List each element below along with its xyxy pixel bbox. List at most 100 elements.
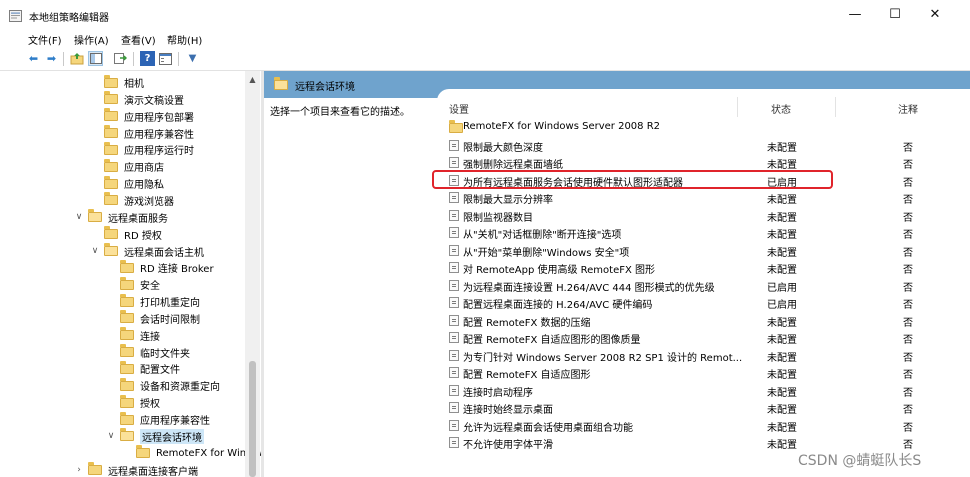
policy-row[interactable]: 配置 RemoteFX 自适应图形的图像质量 未配置 否 — [437, 329, 970, 346]
tree-item[interactable]: 游戏浏览器 — [90, 192, 174, 209]
policy-row[interactable]: 强制删除远程桌面墙纸 未配置 否 — [437, 154, 970, 171]
properties-icon[interactable] — [158, 51, 173, 66]
policy-row[interactable]: 连接时启动程序 未配置 否 — [437, 382, 970, 399]
policy-name: 从"开始"菜单删除"Windows 安全"项 — [463, 247, 630, 259]
back-arrow-icon[interactable]: ⬅ — [26, 51, 41, 66]
menu-file[interactable]: 文件(F) — [28, 32, 62, 47]
policy-row[interactable]: 配置远程桌面连接的 H.264/AVC 硬件编码 已启用 否 — [437, 294, 970, 311]
tree-item[interactable]: 应用程序兼容性 — [90, 125, 194, 142]
subfolder-row[interactable]: RemoteFX for Windows Server 2008 R2 — [437, 119, 970, 136]
menu-view[interactable]: 查看(V) — [121, 32, 156, 47]
policy-row[interactable]: 限制最大颜色深度 未配置 否 — [437, 137, 970, 154]
policy-row[interactable]: 连接时始终显示桌面 未配置 否 — [437, 399, 970, 416]
tree-item-label: 设备和资源重定向 — [140, 382, 220, 394]
help-icon[interactable]: ? — [140, 51, 155, 66]
policy-state: 已启用 — [767, 282, 797, 294]
policy-setting-icon — [449, 157, 459, 168]
tree-item[interactable]: 应用程序包部署 — [90, 108, 194, 125]
policy-row[interactable]: 配置 RemoteFX 数据的压缩 未配置 否 — [437, 312, 970, 329]
scroll-up-icon[interactable]: ▲ — [245, 75, 260, 84]
minimize-button[interactable]: — — [835, 2, 875, 28]
tree-item-label: 应用程序运行时 — [124, 146, 194, 158]
folder-icon — [120, 344, 134, 358]
tree-item[interactable]: 相机 — [90, 74, 144, 91]
tree-item[interactable]: 会话时间限制 — [106, 310, 200, 327]
tree-item[interactable]: 授权 — [106, 394, 160, 411]
tree-item[interactable]: ∨ 远程会话环境 — [106, 428, 204, 445]
tree-item-label: RD 连接 Broker — [140, 264, 214, 276]
scroll-thumb[interactable] — [249, 361, 256, 477]
folder-icon — [120, 327, 134, 341]
expand-arrow-icon[interactable]: ∨ — [90, 246, 100, 256]
policy-name: 从"关机"对话框删除"断开连接"选项 — [463, 230, 622, 241]
column-header-state[interactable]: 状态 — [771, 101, 791, 116]
forward-arrow-icon[interactable]: ➡ — [44, 51, 59, 66]
tree-item[interactable]: 配置文件 — [106, 360, 180, 377]
tree-item[interactable]: 演示文稿设置 — [90, 91, 184, 108]
column-header-setting[interactable]: 设置 — [449, 101, 469, 116]
policy-note: 否 — [903, 335, 913, 346]
tree-item[interactable]: RD 连接 Broker — [106, 259, 214, 276]
policy-row[interactable]: 不允许使用字体平滑 未配置 否 — [437, 434, 970, 451]
policy-note: 否 — [903, 440, 913, 451]
folder-icon — [120, 428, 134, 442]
tree-item[interactable]: 设备和资源重定向 — [106, 377, 220, 394]
column-divider[interactable] — [835, 97, 836, 117]
tree-item[interactable]: 应用隐私 — [90, 175, 164, 192]
tree-item[interactable]: 应用程序运行时 — [90, 141, 194, 158]
menu-action[interactable]: 操作(A) — [74, 32, 109, 47]
policy-row[interactable]: 配置 RemoteFX 自适应图形 未配置 否 — [437, 364, 970, 381]
policy-row[interactable]: 限制监视器数目 未配置 否 — [437, 207, 970, 224]
maximize-button[interactable]: ☐ — [875, 2, 915, 28]
tree-item-label: 打印机重定向 — [140, 298, 200, 310]
tree-item[interactable]: 临时文件夹 — [106, 344, 190, 361]
tree-item[interactable]: 连接 — [106, 327, 160, 344]
description-pane: 选择一个项目来查看它的描述。 — [264, 98, 439, 477]
policy-row[interactable]: 从"关机"对话框删除"断开连接"选项 未配置 否 — [437, 224, 970, 241]
folder-icon — [449, 120, 463, 133]
tree-item-label: 演示文稿设置 — [124, 95, 184, 107]
policy-state: 未配置 — [767, 142, 797, 154]
tree-item-label: 应用程序兼容性 — [140, 416, 210, 427]
folder-icon — [120, 411, 134, 425]
policy-row[interactable]: 限制最大显示分辨率 未配置 否 — [437, 189, 970, 206]
column-divider[interactable] — [737, 97, 738, 117]
toolbar-separator — [63, 52, 64, 66]
export-list-icon[interactable] — [113, 51, 128, 66]
menu-help[interactable]: 帮助(H) — [167, 32, 202, 47]
policy-row[interactable]: 从"开始"菜单删除"Windows 安全"项 未配置 否 — [437, 242, 970, 259]
up-folder-icon[interactable] — [69, 51, 84, 66]
folder-icon — [104, 243, 118, 256]
policy-state: 未配置 — [767, 195, 797, 206]
policy-setting-icon — [449, 297, 459, 308]
tree-item-label: 授权 — [140, 399, 160, 411]
policy-row[interactable]: 为专门针对 Windows Server 2008 R2 SP1 设计的 Rem… — [437, 347, 970, 364]
policy-setting-icon — [449, 367, 459, 378]
toolbar-separator — [133, 52, 134, 66]
policy-row[interactable]: 为远程桌面连接设置 H.264/AVC 444 图形模式的优先级 已启用 否 — [437, 277, 970, 294]
policy-row[interactable]: 允许为远程桌面会话使用桌面组合功能 未配置 否 — [437, 417, 970, 434]
expand-arrow-icon[interactable]: › — [74, 465, 84, 475]
tree-item[interactable]: 应用商店 — [90, 158, 164, 175]
show-hide-tree-icon[interactable] — [88, 51, 103, 66]
expand-arrow-icon[interactable]: ∨ — [74, 212, 84, 222]
tree-item[interactable]: RD 授权 — [90, 226, 162, 243]
expand-arrow-icon[interactable]: ∨ — [106, 431, 116, 441]
column-header-note[interactable]: 注释 — [898, 101, 918, 116]
folder-icon — [104, 125, 118, 139]
tree-item[interactable]: RemoteFX for Windows Server 2008 R2 — [122, 445, 261, 462]
policy-note: 否 — [903, 212, 913, 224]
folder-icon — [120, 259, 134, 273]
tree-item[interactable]: 打印机重定向 — [106, 293, 200, 310]
policy-row[interactable]: 对 RemoteApp 使用高级 RemoteFX 图形 未配置 否 — [437, 259, 970, 276]
tree-item[interactable]: › 远程桌面连接客户端 — [74, 462, 198, 477]
tree-item[interactable]: 安全 — [106, 276, 160, 293]
policy-name: 配置 RemoteFX 自适应图形的图像质量 — [463, 335, 641, 346]
close-button[interactable]: ✕ — [915, 2, 955, 28]
tree-scrollbar[interactable]: ▲ — [245, 71, 260, 477]
filter-icon[interactable]: ▼ — [185, 51, 200, 66]
tree-item[interactable]: ∨ 远程桌面会话主机 — [90, 243, 204, 260]
tree-item[interactable]: ∨ 远程桌面服务 — [74, 209, 168, 226]
policy-name: 不允许使用字体平滑 — [463, 440, 553, 451]
tree-item[interactable]: 应用程序兼容性 — [106, 411, 210, 428]
